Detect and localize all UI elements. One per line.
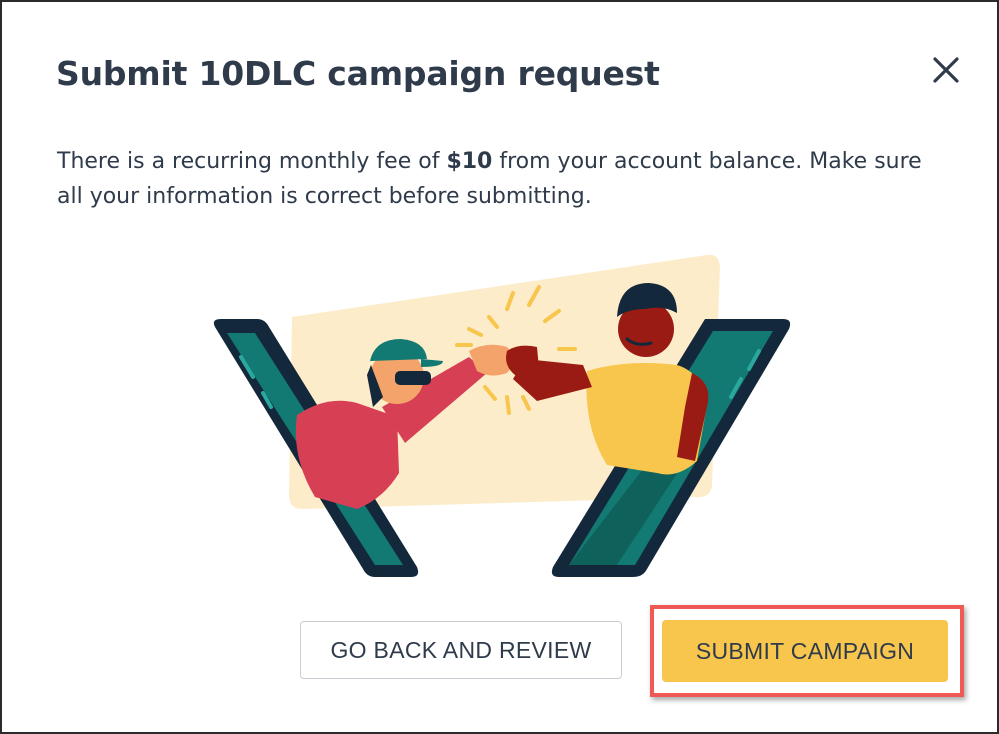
close-button[interactable] <box>928 52 964 88</box>
dialog-message: There is a recurring monthly fee of $10 … <box>57 144 937 214</box>
submit-campaign-button[interactable]: SUBMIT CAMPAIGN <box>662 620 948 682</box>
close-icon <box>933 57 959 83</box>
submit-campaign-dialog: Submit 10DLC campaign request There is a… <box>0 0 999 734</box>
fee-amount: $10 <box>446 149 493 174</box>
go-back-button[interactable]: GO BACK AND REVIEW <box>300 621 622 679</box>
dialog-title: Submit 10DLC campaign request <box>56 54 660 93</box>
fist-bump-illustration <box>213 254 791 577</box>
message-text-before: There is a recurring monthly fee of <box>57 149 447 174</box>
